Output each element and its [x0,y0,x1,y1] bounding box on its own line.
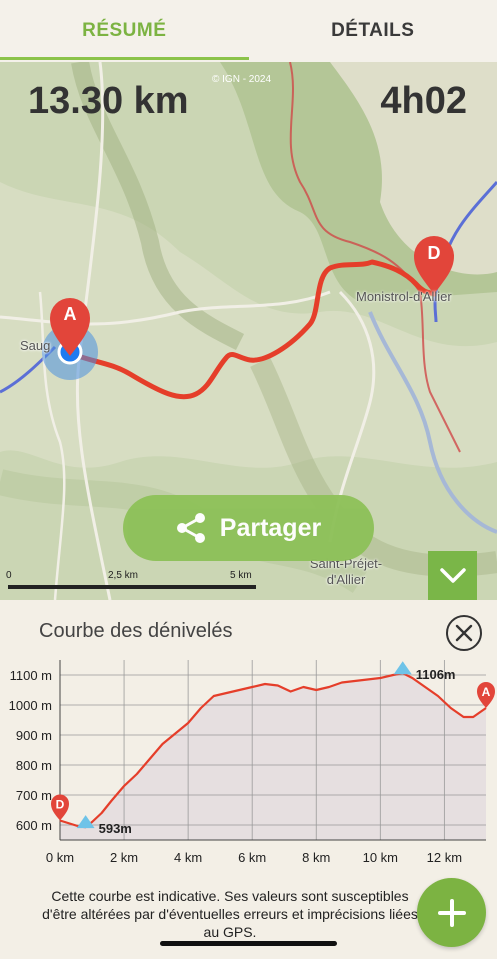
y-tick-label: 1000 m [9,698,52,713]
map-copyright: © IGN - 2024 [212,74,272,85]
y-tick-label: 800 m [16,758,52,773]
x-tick-label: 12 km [427,850,462,865]
y-tick-label: 1100 m [10,668,52,683]
profile-title: Courbe des dénivelés [39,620,233,642]
share-button-label: Partager [219,513,322,542]
min-elevation-label: 593m [99,821,132,836]
x-tick-label: 0 km [46,850,74,865]
map-scale: 0 2,5 km 5 km [6,570,256,594]
profile-disclaimer: Cette courbe est indicative. Ses valeurs… [42,888,418,940]
y-tick-label: 900 m [16,728,52,743]
x-tick-label: 6 km [238,850,266,865]
x-tick-label: 2 km [110,850,138,865]
scale-label-2-5: 2,5 km [108,570,139,581]
collapse-map-button[interactable] [428,551,477,600]
tab-bar: RÉSUMÉ DÉTAILS [0,0,497,62]
place-label-monistrol: Monistrol-d'Allier [356,289,452,304]
add-button[interactable] [417,878,486,947]
tab-details[interactable]: DÉTAILS [249,0,497,62]
max-elevation-label: 1106m [416,667,456,682]
x-tick-label: 10 km [363,850,398,865]
y-tick-label: 600 m [16,818,52,833]
scale-label-0: 0 [6,570,12,581]
close-profile-button[interactable] [446,615,482,651]
scale-bar [8,585,256,589]
route-distance: 13.30 km [28,80,189,122]
share-button[interactable]: Partager [123,495,374,561]
close-icon [455,624,473,642]
home-indicator [160,941,337,946]
plus-icon [437,898,466,927]
y-tick-label: 700 m [16,788,52,803]
route-map[interactable]: 13.30 km 4h02 © IGN - 2024 Saug Monistro… [0,62,497,600]
route-duration: 4h02 [380,80,467,122]
elevation-chart: 600 m 700 m 800 m 900 m 1000 m 1100 m 0 km 2 km… [9,660,495,865]
chevron-down-icon [439,567,466,583]
scale-label-5: 5 km [230,570,252,581]
tab-resume[interactable]: RÉSUMÉ [0,0,249,62]
share-icon [176,513,205,543]
x-tick-label: 8 km [302,850,330,865]
profile-start-marker-label: D [56,798,65,812]
profile-end-marker-label: A [482,685,491,699]
place-label-saugues: Saug [20,338,51,353]
x-tick-label: 4 km [174,850,202,865]
end-marker-label: D [427,243,441,263]
start-marker-label: A [63,304,77,324]
